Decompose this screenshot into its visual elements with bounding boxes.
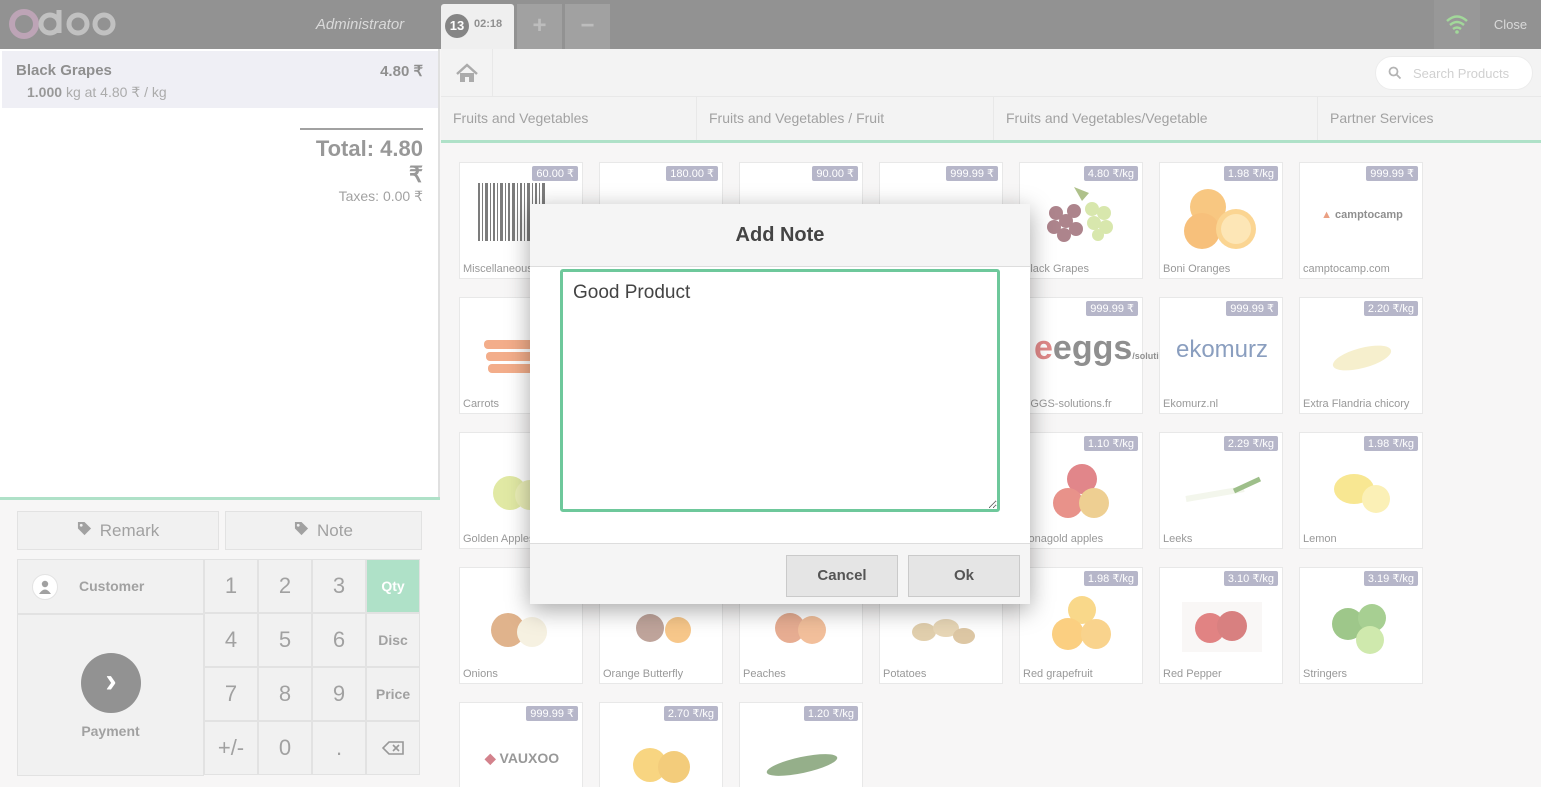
dialog-body: Good Product <box>530 267 1030 543</box>
dialog-footer: Cancel Ok <box>530 543 1030 604</box>
ok-button[interactable]: Ok <box>908 555 1020 597</box>
add-note-dialog: Add Note Good Product Cancel Ok <box>530 204 1030 604</box>
dialog-title: Add Note <box>530 204 1030 267</box>
cancel-button[interactable]: Cancel <box>786 555 898 597</box>
note-textarea[interactable]: Good Product <box>560 269 1000 512</box>
